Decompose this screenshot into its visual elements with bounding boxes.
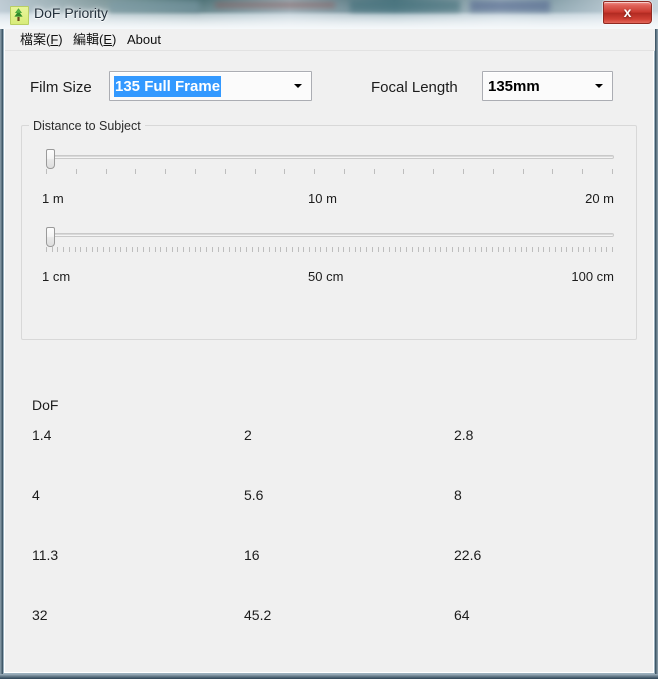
menu-bar: 檔案(F) 編輯(E) About: [5, 29, 655, 51]
menu-label-edit: 編輯(E): [73, 32, 116, 47]
dof-value-cell: 4: [32, 487, 40, 503]
dof-value-cell: 1.4: [32, 427, 51, 443]
focal-length-value: 135mm: [487, 76, 541, 97]
window-title: DoF Priority: [34, 5, 108, 21]
dof-value-cell: 11.3: [32, 547, 58, 563]
slider-label-meters-min: 1 m: [42, 191, 64, 206]
window-frame-bottom: [0, 674, 658, 679]
dof-value-cell: 32: [32, 607, 48, 623]
slider-thumb-centimeters[interactable]: [46, 227, 55, 247]
glass-reflection: [350, 0, 460, 12]
dof-value-cell: 45.2: [244, 607, 271, 623]
dof-value-cell: 2.8: [454, 427, 473, 443]
glass-reflection: [110, 0, 200, 12]
dof-value-cell: 64: [454, 607, 470, 623]
glass-reflection: [470, 0, 550, 12]
dof-value-cell: 8: [454, 487, 462, 503]
menu-label-about: About: [127, 32, 161, 47]
film-size-label: Film Size: [30, 79, 92, 96]
client-area: 檔案(F) 編輯(E) About Film Size 135 Full Fra…: [3, 29, 655, 674]
application-window: DoF Priority x 檔案(F) 編輯(E) About Film Si…: [0, 0, 658, 679]
menu-label-file: 檔案(F): [20, 32, 63, 47]
slider-track-centimeters[interactable]: [46, 233, 614, 237]
dof-section-title: DoF: [32, 397, 58, 413]
chevron-down-icon: [595, 84, 603, 88]
slider-ticks-centimeters: [46, 247, 614, 254]
menu-item-edit[interactable]: 編輯(E): [68, 31, 121, 48]
focal-length-label: Focal Length: [371, 79, 458, 96]
distance-to-subject-title: Distance to Subject: [29, 119, 145, 133]
slider-label-centimeters-mid: 50 cm: [308, 269, 343, 284]
slider-ticks-meters: [46, 169, 614, 176]
glass-reflection: [215, 2, 335, 8]
slider-label-centimeters-max: 100 cm: [571, 269, 614, 284]
slider-thumb-meters[interactable]: [46, 149, 55, 169]
dof-value-cell: 22.6: [454, 547, 481, 563]
slider-label-meters-mid: 10 m: [308, 191, 337, 206]
close-button[interactable]: x: [603, 1, 652, 24]
film-size-combobox[interactable]: 135 Full Frame: [109, 71, 312, 101]
menu-item-file[interactable]: 檔案(F): [15, 31, 68, 48]
dof-value-cell: 16: [244, 547, 260, 563]
film-size-value: 135 Full Frame: [114, 76, 221, 97]
dof-value-cell: 2: [244, 427, 252, 443]
dof-value-cell: 5.6: [244, 487, 263, 503]
focal-length-combobox[interactable]: 135mm: [482, 71, 613, 101]
slider-track-meters[interactable]: [46, 155, 614, 159]
menu-item-about[interactable]: About: [122, 31, 166, 48]
chevron-down-icon: [294, 84, 302, 88]
tree-icon: [10, 6, 29, 25]
slider-label-centimeters-min: 1 cm: [42, 269, 70, 284]
close-icon: x: [604, 4, 651, 20]
slider-label-meters-max: 20 m: [585, 191, 614, 206]
